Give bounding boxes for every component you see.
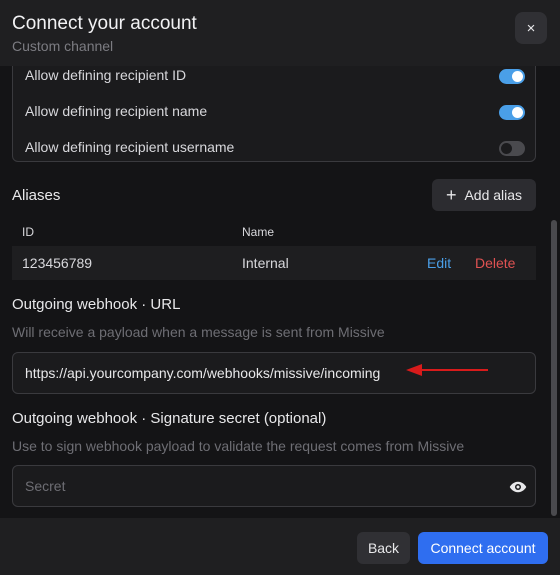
alias-name: Internal: [242, 255, 289, 271]
connect-account-button[interactable]: Connect account: [418, 532, 548, 564]
add-alias-button[interactable]: + Add alias: [432, 179, 536, 211]
eye-icon[interactable]: [509, 478, 527, 496]
plus-icon: +: [445, 185, 457, 205]
content-scrollbar-thumb[interactable]: [551, 220, 557, 516]
column-header-id: ID: [22, 225, 34, 239]
table-row: 123456789 Internal Edit Delete: [12, 246, 536, 280]
permission-recipient-id-label: Allow defining recipient ID: [25, 67, 187, 83]
toggle-knob: [512, 107, 523, 118]
alias-id: 123456789: [22, 255, 93, 271]
modal-header: Connect your account Custom channel ×: [0, 0, 560, 66]
webhook-url-help: Will receive a payload when a message is…: [12, 324, 385, 340]
modal-title: Connect your account: [12, 13, 197, 34]
delete-alias-link[interactable]: Delete: [475, 255, 515, 271]
toggle-recipient-username[interactable]: [499, 141, 525, 156]
aliases-table-header: ID Name: [12, 216, 536, 244]
modal-content[interactable]: Allow defining recipient ID Allow defini…: [0, 66, 548, 518]
modal-footer: Back Connect account: [0, 518, 560, 575]
permissions-box: Allow defining recipient ID Allow defini…: [12, 66, 536, 162]
close-button[interactable]: ×: [515, 12, 547, 44]
toggle-recipient-name[interactable]: [499, 105, 525, 120]
edit-alias-link[interactable]: Edit: [427, 255, 451, 271]
back-button[interactable]: Back: [357, 532, 410, 564]
webhook-secret-field[interactable]: Secret: [12, 465, 536, 507]
webhook-url-title: Outgoing webhook · URL: [12, 296, 181, 313]
webhook-secret-help: Use to sign webhook payload to validate …: [12, 438, 465, 454]
modal-subtitle: Custom channel: [12, 38, 114, 54]
webhook-secret-title: Outgoing webhook · Signature secret (opt…: [12, 410, 327, 427]
connect-account-modal: ʸ Connect your account Custom channel × …: [0, 0, 560, 575]
column-header-name: Name: [242, 225, 275, 239]
webhook-url-value: https://api.yourcompany.com/webhooks/mis…: [25, 365, 381, 381]
permission-recipient-name-label: Allow defining recipient name: [25, 103, 208, 119]
permission-recipient-username-label: Allow defining recipient username: [25, 139, 235, 155]
close-icon: ×: [526, 19, 536, 37]
toggle-knob: [512, 71, 523, 82]
annotation-arrow-icon: [406, 364, 488, 376]
aliases-title: Aliases: [12, 187, 61, 204]
secret-placeholder: Secret: [25, 478, 66, 494]
add-alias-label: Add alias: [464, 187, 523, 203]
toggle-recipient-id[interactable]: [499, 69, 525, 84]
toggle-knob: [501, 143, 512, 154]
